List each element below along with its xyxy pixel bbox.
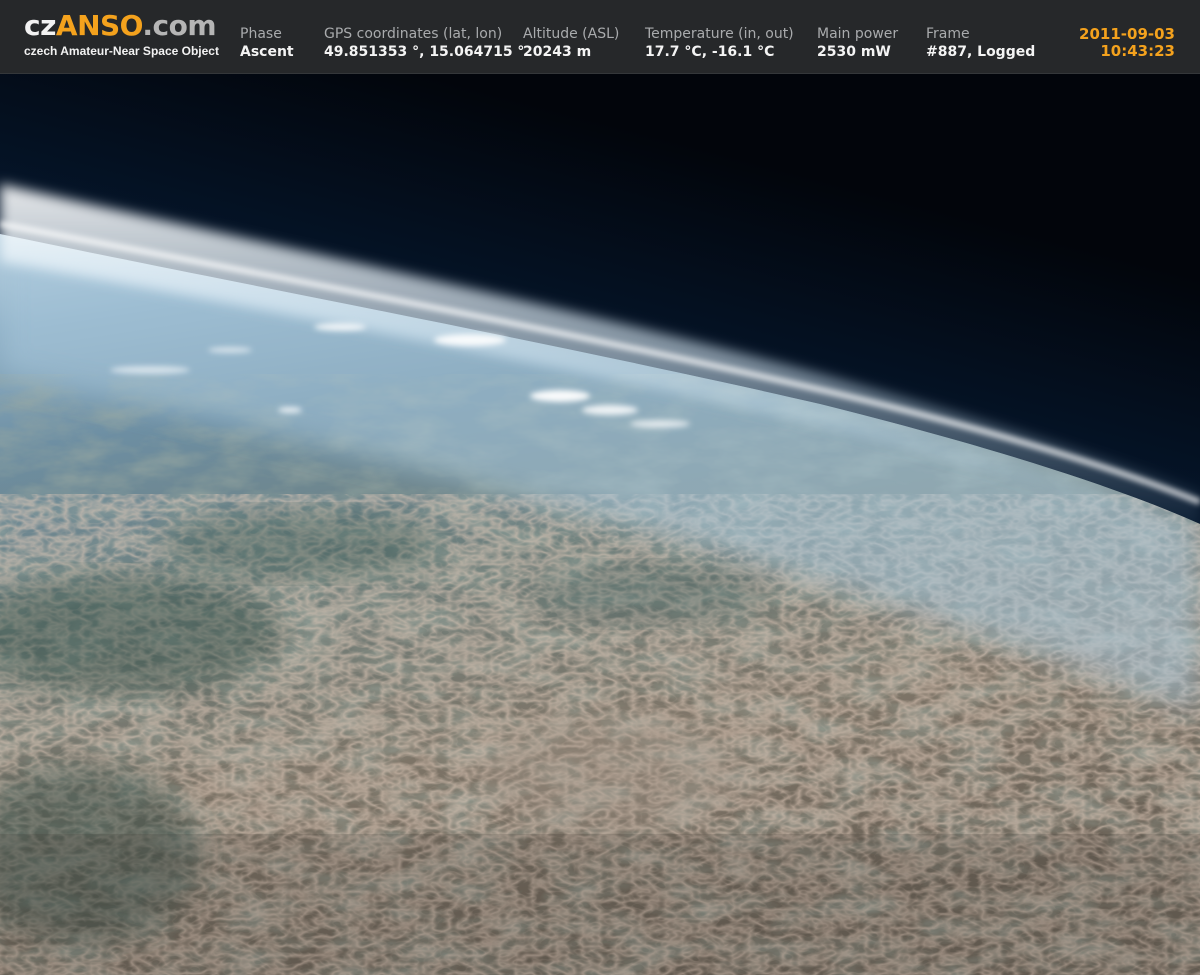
earth-horizon-photo <box>0 74 1200 975</box>
altitude-field: Altitude (ASL) 20243 m <box>523 26 619 61</box>
timestamp-date: 2011-09-03 <box>1079 25 1175 43</box>
timestamp-time: 10:43:23 <box>1100 42 1175 60</box>
brand: czANSO.com czech Amateur-Near Space Obje… <box>24 10 219 59</box>
gps-value: 49.851353 °, 15.064715 ° <box>324 44 525 60</box>
power-value: 2530 mW <box>817 44 891 60</box>
frame-field: Frame #887, Logged <box>926 26 1035 61</box>
temperature-value: 17.7 °C, -16.1 °C <box>645 44 775 60</box>
altitude-label: Altitude (ASL) <box>523 26 620 42</box>
phase-value: Ascent <box>240 44 294 60</box>
logo-suffix: .com <box>142 9 217 42</box>
logo-mid: ANSO <box>55 9 143 42</box>
brand-logo: czANSO.com <box>24 10 219 42</box>
power-field: Main power 2530 mW <box>817 26 898 61</box>
phase-label: Phase <box>240 26 282 42</box>
timestamp: 2011-09-03 10:43:23 <box>1079 26 1175 60</box>
gps-field: GPS coordinates (lat, lon) 49.851353 °, … <box>324 26 524 61</box>
frame-label: Frame <box>926 26 970 42</box>
brand-tagline: czech Amateur-Near Space Object <box>24 44 219 58</box>
power-label: Main power <box>817 26 899 42</box>
logo-prefix: cz <box>24 9 56 42</box>
altitude-value: 20243 m <box>523 44 592 60</box>
frame-value: #887, Logged <box>926 44 1036 60</box>
telemetry-header: czANSO.com czech Amateur-Near Space Obje… <box>0 0 1200 74</box>
phase-field: Phase Ascent <box>240 26 294 61</box>
earth-horizon-image <box>0 74 1200 975</box>
temperature-field: Temperature (in, out) 17.7 °C, -16.1 °C <box>645 26 794 61</box>
telemetry-photo-frame: czANSO.com czech Amateur-Near Space Obje… <box>0 0 1200 975</box>
gps-label: GPS coordinates (lat, lon) <box>324 26 503 42</box>
temperature-label: Temperature (in, out) <box>645 26 794 42</box>
